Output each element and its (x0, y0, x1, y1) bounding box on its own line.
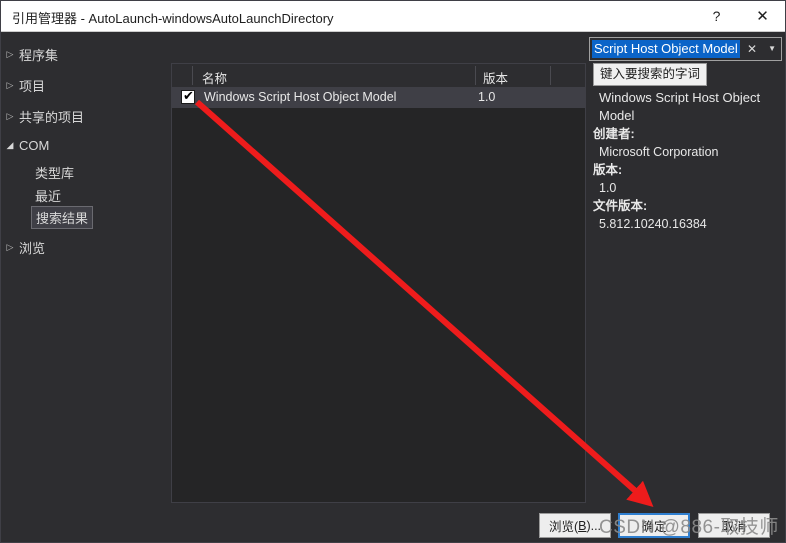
watermark: CSDN @886-取技师 (599, 517, 779, 538)
help-icon[interactable]: ? (694, 1, 739, 31)
column-divider (192, 66, 193, 85)
sidebar: ▷ 程序集 ▷ 项目 ▷ 共享的项目 ◢ COM 类型库 最近 搜索结果 ▷ 浏… (1, 32, 159, 542)
search-tooltip: 键入要搜索的字词 (593, 63, 708, 86)
table-row[interactable]: ✔ Windows Script Host Object Model 1.0 (172, 87, 585, 108)
chevron-right-icon: ▷ (6, 79, 14, 90)
list-header: 名称 版本 (172, 64, 585, 88)
browse-button-accelerator: B (578, 518, 587, 533)
chevron-down-icon[interactable]: ▼ (768, 42, 776, 56)
window-title: 引用管理器 - AutoLaunch-windowsAutoLaunchDire… (12, 11, 334, 26)
chevron-right-icon: ▷ (6, 48, 14, 59)
sidebar-item-label: COM (19, 137, 50, 153)
row-checkbox[interactable]: ✔ (181, 88, 195, 104)
sidebar-subitem-label: 搜索结果 (36, 211, 89, 226)
browse-button-label-prefix: 浏览( (548, 520, 579, 534)
sidebar-item-search-results[interactable]: 搜索结果 (31, 206, 94, 229)
details-label-version: 版本: (593, 163, 623, 177)
sidebar-item-shared-projects[interactable]: ▷ 共享的项目 (1, 104, 84, 128)
sidebar-item-label: 程序集 (19, 47, 59, 63)
details-value-file-version: 5.812.10240.16384 (599, 217, 707, 231)
sidebar-subitem-label: 最近 (35, 188, 62, 204)
clear-search-icon[interactable]: ✕ (745, 41, 759, 57)
title-bar: 引用管理器 - AutoLaunch-windowsAutoLaunchDire… (1, 1, 785, 32)
sidebar-subitem-label: 类型库 (35, 165, 75, 181)
chevron-down-icon: ◢ (6, 139, 14, 150)
details-title: Windows Script Host Object Model (599, 90, 761, 123)
check-icon: ✔ (183, 88, 194, 103)
sidebar-item-type-libraries[interactable]: 类型库 (31, 161, 78, 183)
column-divider (550, 66, 551, 85)
column-header-name[interactable]: 名称 (202, 68, 227, 87)
details-value-version: 1.0 (599, 181, 617, 195)
details-label-file-version: 文件版本: (593, 199, 648, 213)
close-icon[interactable]: ✕ (740, 1, 785, 31)
sidebar-item-assemblies[interactable]: ▷ 程序集 (1, 42, 58, 66)
search-input[interactable]: Script Host Object Model ✕ ▼ (589, 37, 782, 61)
column-divider (475, 66, 476, 85)
search-input-value[interactable]: Script Host Object Model (592, 40, 740, 58)
sidebar-item-label: 浏览 (19, 240, 46, 256)
sidebar-item-recent[interactable]: 最近 (31, 184, 65, 206)
sidebar-item-browse[interactable]: ▷ 浏览 (1, 235, 45, 259)
results-list[interactable]: 名称 版本 ✔ Windows Script Host Object Model… (171, 63, 586, 503)
details-label-creator: 创建者: (593, 127, 635, 141)
chevron-right-icon: ▷ (6, 110, 14, 121)
details-value-creator: Microsoft Corporation (599, 145, 719, 159)
chevron-right-icon: ▷ (6, 241, 14, 252)
sidebar-item-label: 项目 (19, 78, 46, 94)
row-version-cell: 1.0 (478, 90, 496, 104)
sidebar-item-com[interactable]: ◢ COM (1, 133, 50, 157)
column-header-version[interactable]: 版本 (483, 68, 508, 87)
reference-manager-dialog: 引用管理器 - AutoLaunch-windowsAutoLaunchDire… (0, 0, 786, 543)
details-panel: Windows Script Host Object Model 创建者: Mi… (593, 89, 783, 233)
row-name-cell: Windows Script Host Object Model (204, 90, 397, 104)
sidebar-item-projects[interactable]: ▷ 项目 (1, 73, 45, 97)
sidebar-item-label: 共享的项目 (19, 109, 85, 125)
